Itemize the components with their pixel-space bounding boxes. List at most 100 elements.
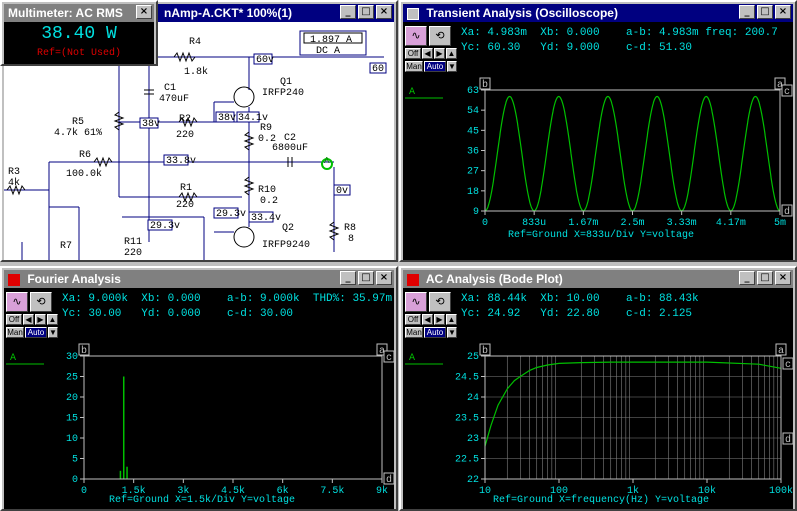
x-tick-label: 3.33m (667, 218, 697, 229)
x-tick-label: 5m (774, 218, 786, 229)
y-tick-label: 24 (467, 393, 479, 404)
y-tick-label: 9 (473, 207, 479, 218)
y-tick-label: 15 (66, 414, 78, 425)
y-tick-label: 18 (467, 187, 479, 198)
y-tick-label: 5 (72, 455, 78, 466)
x-tick-label: 0 (81, 486, 87, 497)
x-tick-label: 7.5k (320, 485, 344, 497)
bode-window[interactable]: AC Analysis (Bode Plot) _ □ × ∿ ⟲ Off ◀ … (399, 266, 797, 511)
cursor-a-marker: a (778, 346, 784, 357)
bode-icon (407, 273, 419, 286)
close-button[interactable]: × (376, 271, 392, 285)
node-voltage: 38v (142, 119, 160, 130)
r8-value: 8 (348, 234, 354, 245)
cursor-c-marker: c (784, 87, 790, 98)
q2-value: IRFP9240 (262, 240, 310, 251)
y-tick-label: 45 (467, 126, 479, 137)
minimize-button[interactable]: _ (340, 271, 356, 285)
r4-value: 1.8k (184, 66, 208, 78)
node-voltage: 38v (218, 113, 236, 124)
y-tick-label: 27 (467, 167, 479, 178)
cursor-b-marker: b (482, 79, 488, 91)
transient-scope[interactable]: ∿ ⟲ Off ◀ ▶ ▲ Man Auto ▼ Xa: 4.983m Xb: … (403, 22, 793, 260)
y-tick-label: 22.5 (455, 455, 479, 466)
cursor-b-marker: b (482, 345, 488, 357)
x-tick-label: 10 (479, 486, 491, 497)
transient-window[interactable]: Transient Analysis (Oscilloscope) _ □ × … (399, 0, 797, 262)
node-voltage: 29.3v (150, 221, 180, 232)
node-voltage: 34.1v (238, 113, 268, 124)
y-tick-label: 20 (66, 393, 78, 404)
x-tick-label: 1.67m (568, 218, 598, 229)
close-button[interactable]: × (775, 5, 791, 19)
ammeter-mode: DC A (316, 46, 340, 57)
r11-label: R11 (124, 237, 142, 248)
y-tick-label: 54 (467, 106, 479, 117)
y-tick-label: 25 (66, 373, 78, 384)
r3-value: 4k (8, 177, 20, 189)
r3-label: R3 (8, 167, 20, 178)
fourier-footer: Ref=Ground X=1.5k/Div Y=voltage (109, 494, 295, 506)
trace-label: A (409, 87, 415, 98)
node-voltage: 33.8v (166, 156, 196, 167)
q2-label: Q2 (282, 223, 294, 234)
c1-value: 470uF (159, 94, 189, 105)
close-button[interactable]: × (136, 5, 152, 19)
y-tick-label: 25 (467, 352, 479, 363)
y-tick-label: 10 (66, 434, 78, 445)
transient-footer: Ref=Ground X=833u/Div Y=voltage (508, 229, 694, 241)
node-voltage: 60v (256, 55, 274, 66)
minimize-button[interactable]: _ (739, 5, 755, 19)
node-voltage: 29.3v (216, 209, 246, 220)
r9-label: R9 (260, 123, 272, 134)
maximize-button[interactable]: □ (358, 5, 374, 19)
r1-value: 220 (176, 200, 194, 211)
transient-titlebar[interactable]: Transient Analysis (Oscilloscope) _ □ × (403, 4, 793, 22)
cursor-d-marker: d (785, 434, 791, 446)
q1-label: Q1 (280, 77, 292, 88)
fourier-scope[interactable]: ∿ ⟲ Off ◀ ▶ ▲ Man Auto ▼ Xa: 9.000k Xb: … (4, 288, 394, 509)
fourier-titlebar[interactable]: Fourier Analysis _ □ × (4, 270, 394, 288)
fourier-plot: A 0 1.5k 3k 4.5k 6k 7.5k 9k302520151050b acd Re… (6, 343, 394, 506)
plot-frame (83, 355, 383, 480)
fourier-title: Fourier Analysis (27, 272, 121, 286)
r6-label: R6 (79, 150, 91, 161)
ammeter-value: 1.897 A (310, 35, 352, 46)
r1-label: R1 (180, 183, 192, 194)
r5-value: 4.7k 61% (54, 127, 102, 139)
multimeter-display: 38.40 W Ref=(Not Used) (4, 22, 154, 64)
transient-title: Transient Analysis (Oscilloscope) (426, 6, 618, 20)
cursor-b-marker: b (81, 345, 87, 357)
multimeter-title: Multimeter: AC RMS (8, 6, 123, 20)
multimeter-window[interactable]: Multimeter: AC RMS × 38.40 W Ref=(Not Us… (0, 0, 158, 66)
maximize-button[interactable]: □ (757, 271, 773, 285)
close-button[interactable]: × (775, 271, 791, 285)
y-tick-label: 63 (467, 86, 479, 97)
r7-label: R7 (60, 241, 72, 252)
r10-value: 0.2 (260, 196, 278, 207)
close-button[interactable]: × (376, 5, 392, 19)
r6-value: 100.0k (66, 168, 102, 180)
minimize-button[interactable]: _ (340, 5, 356, 19)
multimeter-ref: Ref=(Not Used) (36, 48, 121, 59)
bode-scope[interactable]: ∿ ⟲ Off ◀ ▶ ▲ Man Auto ▼ Xa: 88.44k Xb: … (403, 288, 793, 509)
minimize-button[interactable]: _ (739, 271, 755, 285)
multimeter-titlebar[interactable]: Multimeter: AC RMS × (4, 4, 154, 22)
maximize-button[interactable]: □ (358, 271, 374, 285)
y-tick-label: 36 (467, 147, 479, 158)
r11-value: 220 (124, 248, 142, 259)
fourier-window[interactable]: Fourier Analysis _ □ × ∿ ⟲ Off ◀ ▶ ▲ Man… (0, 266, 398, 511)
maximize-button[interactable]: □ (757, 5, 773, 19)
bode-titlebar[interactable]: AC Analysis (Bode Plot) _ □ × (403, 270, 793, 288)
bode-footer: Ref=Ground X=frequency(Hz) Y=voltage (493, 494, 709, 506)
y-tick-label: 22 (467, 475, 479, 486)
node-voltage: 60 (372, 64, 384, 75)
r5-label: R5 (72, 117, 84, 128)
bode-plot: A 10 100 1k 10k 100k2524.52423.52322.522b acd… (405, 343, 793, 506)
node-voltage: 0v (336, 186, 348, 197)
bode-title: AC Analysis (Bode Plot) (425, 272, 563, 286)
y-tick-label: 24.5 (455, 373, 479, 384)
cursor-d-marker: d (386, 474, 392, 486)
c1-label: C1 (164, 83, 176, 94)
r2-value: 220 (176, 130, 194, 141)
